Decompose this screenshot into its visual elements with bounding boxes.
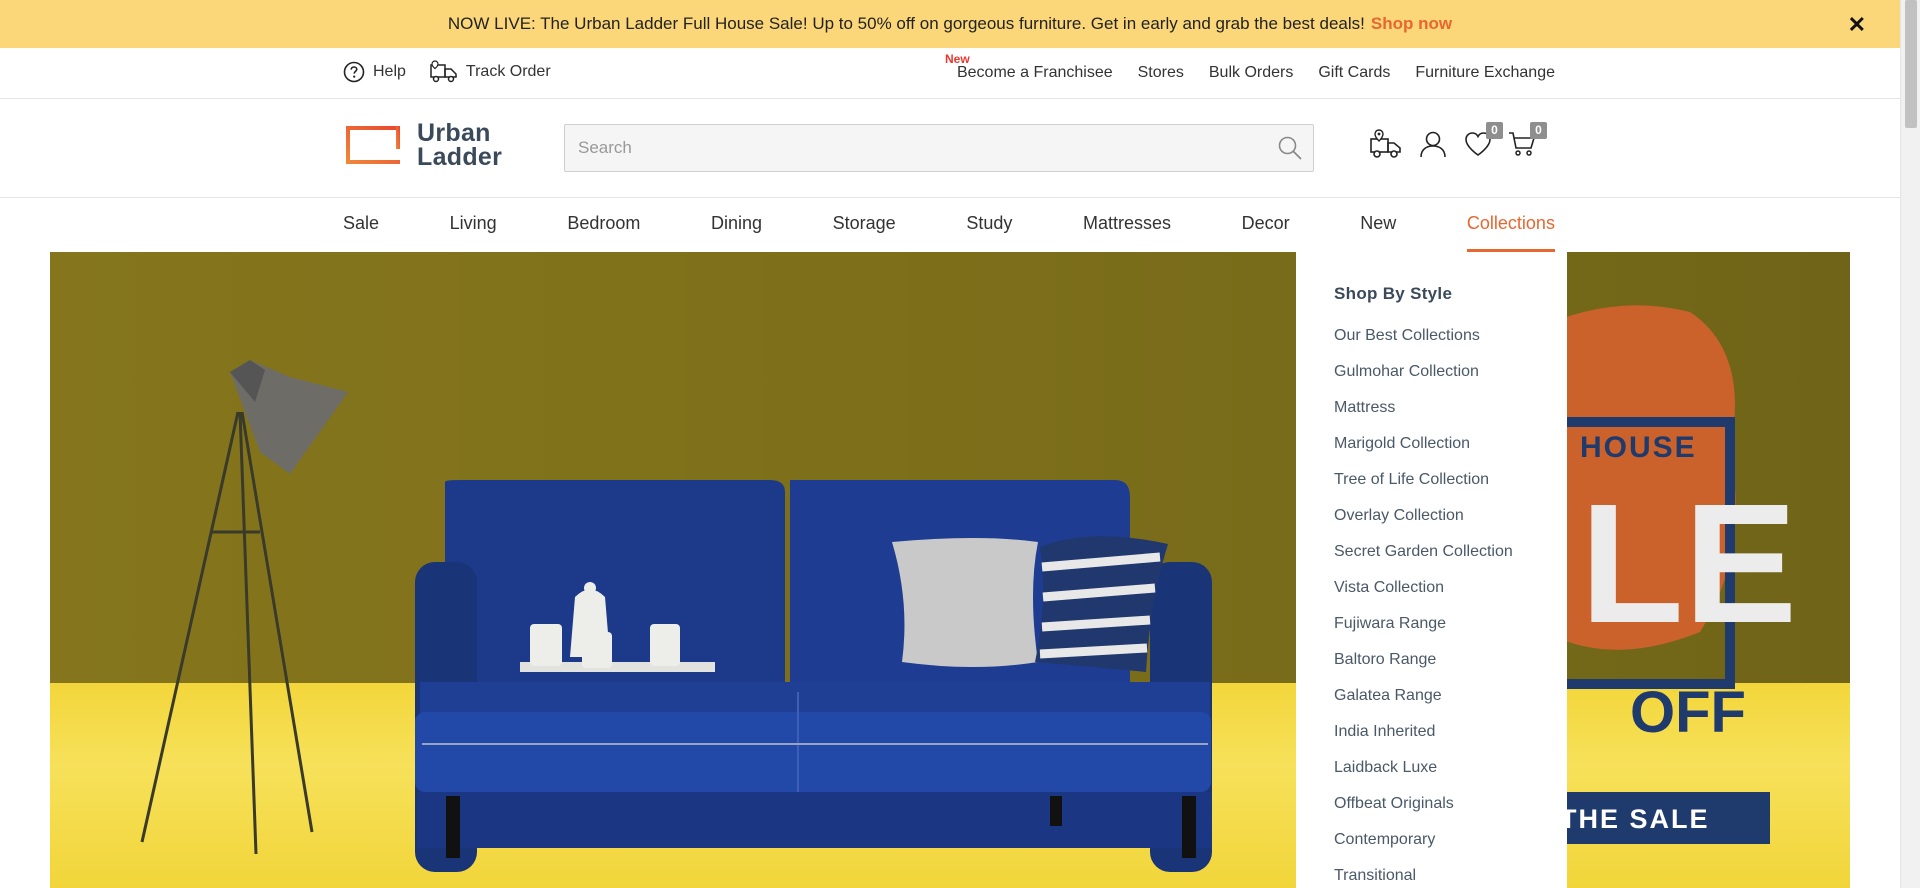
- collection-item[interactable]: Marigold Collection: [1334, 434, 1567, 470]
- collection-item[interactable]: Our Best Collections: [1334, 326, 1567, 362]
- promo-le-text: LE: [1580, 469, 1797, 659]
- help-label: Help: [373, 63, 406, 80]
- collection-item[interactable]: Contemporary: [1334, 830, 1567, 866]
- track-order-header-icon[interactable]: [1370, 129, 1402, 164]
- main-nav: Sale Living Bedroom Dining Storage Study…: [0, 198, 1900, 252]
- hero-banner[interactable]: HOUSE LE OFF THE SALE: [50, 252, 1850, 888]
- help-icon: [343, 61, 365, 83]
- nav-storage[interactable]: Storage: [833, 198, 896, 252]
- track-order-link[interactable]: Track Order: [430, 60, 551, 84]
- search-box: [564, 124, 1314, 172]
- logo-line-1: Urban: [417, 119, 491, 147]
- collection-item[interactable]: Overlay Collection: [1334, 506, 1567, 542]
- nav-mattresses[interactable]: Mattresses: [1083, 198, 1171, 252]
- account-icon-button[interactable]: [1418, 129, 1448, 164]
- search-icon[interactable]: [1277, 135, 1303, 161]
- nav-bedroom[interactable]: Bedroom: [567, 198, 640, 252]
- collection-item[interactable]: Offbeat Originals: [1334, 794, 1567, 830]
- promo-house-text: HOUSE: [1580, 431, 1697, 464]
- nav-sale[interactable]: Sale: [343, 198, 379, 252]
- gift-cards-link[interactable]: Gift Cards: [1318, 64, 1390, 82]
- shop-now-link[interactable]: Shop now: [1371, 14, 1452, 34]
- nav-dining[interactable]: Dining: [711, 198, 762, 252]
- utility-bar: Help Track Order New Become a Franchisee…: [0, 48, 1900, 99]
- franchisee-link[interactable]: New Become a Franchisee: [945, 52, 1113, 82]
- cart-count: 0: [1530, 122, 1547, 139]
- track-order-label: Track Order: [465, 63, 551, 80]
- wishlist-count: 0: [1486, 122, 1503, 139]
- cart-button[interactable]: 0: [1508, 122, 1547, 163]
- page-scrollbar[interactable]: [1900, 0, 1920, 888]
- logo-line-2: Ladder: [417, 143, 503, 171]
- collection-item[interactable]: India Inherited: [1334, 722, 1567, 758]
- collection-item[interactable]: Gulmohar Collection: [1334, 362, 1567, 398]
- logo-text: Urban Ladder: [417, 119, 503, 171]
- nav-study[interactable]: Study: [966, 198, 1012, 252]
- collection-item[interactable]: Tree of Life Collection: [1334, 470, 1567, 506]
- announcement-text: NOW LIVE: The Urban Ladder Full House Sa…: [447, 14, 1365, 33]
- bulk-orders-link[interactable]: Bulk Orders: [1209, 64, 1293, 82]
- nav-decor[interactable]: Decor: [1242, 198, 1290, 252]
- white-pillow: [892, 538, 1038, 667]
- floor-lamp: [140, 360, 348, 855]
- announcement-bar: NOW LIVE: The Urban Ladder Full House Sa…: [0, 0, 1900, 48]
- collection-item[interactable]: Vista Collection: [1334, 578, 1567, 614]
- scrollbar-thumb[interactable]: [1905, 0, 1917, 128]
- wishlist-button[interactable]: 0: [1464, 122, 1503, 163]
- promo-cta-text: THE SALE: [1560, 804, 1710, 834]
- collection-item[interactable]: Laidback Luxe: [1334, 758, 1567, 794]
- truck-icon: [430, 60, 457, 83]
- close-icon[interactable]: ✕: [1848, 12, 1866, 38]
- furniture-exchange-link[interactable]: Furniture Exchange: [1415, 64, 1555, 82]
- truck-location-icon: [1370, 129, 1401, 158]
- dropdown-title: Shop By Style: [1334, 284, 1453, 303]
- collection-item[interactable]: Transitional: [1334, 866, 1567, 888]
- collections-dropdown: Shop By Style Our Best Collections Gulmo…: [1296, 252, 1567, 888]
- nav-new[interactable]: New: [1360, 198, 1396, 252]
- promo-off-text: OFF: [1630, 680, 1746, 745]
- nav-collections[interactable]: Collections: [1466, 198, 1555, 252]
- collection-item[interactable]: Secret Garden Collection: [1334, 542, 1567, 578]
- stores-link[interactable]: Stores: [1138, 64, 1184, 82]
- logo[interactable]: Urban Ladder: [343, 119, 503, 171]
- header: Urban Ladder Search 0 0: [0, 99, 1900, 198]
- collection-item[interactable]: Galatea Range: [1334, 686, 1567, 722]
- logo-mark-icon: [343, 123, 403, 167]
- franchisee-label: Become a Franchisee: [956, 64, 1113, 81]
- user-icon: [1420, 131, 1446, 158]
- collection-item[interactable]: Fujiwara Range: [1334, 614, 1567, 650]
- new-badge: New: [944, 52, 970, 66]
- collection-item[interactable]: Mattress: [1334, 398, 1567, 434]
- search-input[interactable]: [565, 125, 1245, 171]
- hero-illustration: HOUSE LE OFF THE SALE: [140, 305, 1797, 872]
- collection-item[interactable]: Baltoro Range: [1334, 650, 1567, 686]
- nav-living[interactable]: Living: [450, 198, 497, 252]
- help-link[interactable]: Help: [343, 61, 406, 83]
